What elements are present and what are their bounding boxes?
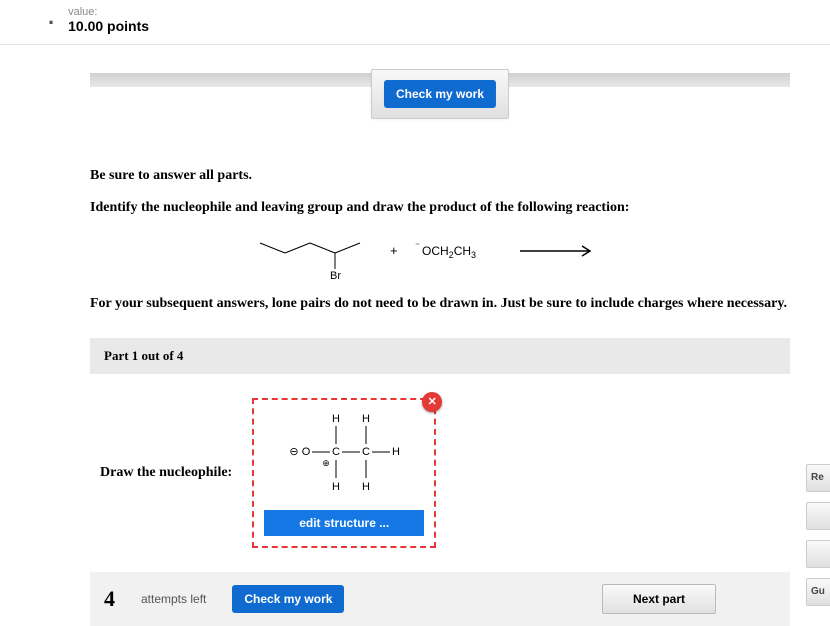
footer-row: 4 attempts left Check my work Next part bbox=[90, 572, 790, 626]
check-my-work-button-bottom[interactable]: Check my work bbox=[232, 585, 344, 613]
check-my-work-button-top[interactable]: Check my work bbox=[384, 80, 496, 108]
value-label: value: bbox=[68, 6, 149, 18]
attempts-count: 4 bbox=[104, 586, 115, 612]
svg-text:H: H bbox=[362, 413, 370, 425]
svg-text:⁻: ⁻ bbox=[415, 241, 420, 252]
svg-text:+: + bbox=[390, 243, 398, 258]
attempts-text: attempts left bbox=[141, 592, 206, 606]
structure-editor-box[interactable]: ✕ H H ⊖ O C C H ⊕ bbox=[252, 398, 436, 548]
drawn-structure: H H ⊖ O C C H ⊕ H H bbox=[274, 410, 414, 500]
top-strip: . value: 10.00 points bbox=[0, 0, 830, 45]
edit-structure-button[interactable]: edit structure ... bbox=[264, 510, 424, 536]
drawing-row: Draw the nucleophile: ✕ H H ⊖ O C C H bbox=[100, 398, 790, 548]
reaction-scheme: Br + ⁻ OCH2CH3 bbox=[90, 231, 790, 281]
content: Check my work Be sure to answer all part… bbox=[90, 73, 790, 626]
svg-text:O: O bbox=[302, 446, 311, 458]
svg-text:C: C bbox=[362, 446, 370, 458]
question-marker: . bbox=[48, 6, 54, 28]
svg-text:H: H bbox=[332, 481, 340, 493]
instructions: Be sure to answer all parts. Identify th… bbox=[90, 167, 790, 314]
svg-text:OCH2CH3: OCH2CH3 bbox=[422, 244, 476, 260]
check-my-work-wrap: Check my work bbox=[371, 69, 509, 119]
svg-text:H: H bbox=[392, 446, 400, 458]
svg-text:⊖: ⊖ bbox=[290, 446, 299, 458]
svg-text:C: C bbox=[332, 446, 340, 458]
instruction-line-1: Be sure to answer all parts. bbox=[90, 167, 790, 185]
side-tab-blank2[interactable] bbox=[806, 540, 830, 568]
close-icon[interactable]: ✕ bbox=[422, 392, 442, 412]
reaction-svg: Br + ⁻ OCH2CH3 bbox=[230, 231, 650, 281]
svg-text:⊕: ⊕ bbox=[322, 458, 330, 468]
value-block: value: 10.00 points bbox=[68, 6, 149, 34]
svg-text:H: H bbox=[332, 413, 340, 425]
next-part-button[interactable]: Next part bbox=[602, 584, 716, 614]
svg-text:Br: Br bbox=[330, 270, 341, 281]
side-tab-re[interactable]: Re bbox=[806, 464, 830, 492]
svg-text:H: H bbox=[362, 481, 370, 493]
side-tabs: Re Gu bbox=[806, 464, 830, 606]
instruction-line-3: For your subsequent answers, lone pairs … bbox=[90, 295, 790, 313]
value-points: 10.00 points bbox=[68, 18, 149, 34]
side-tab-blank1[interactable] bbox=[806, 502, 830, 530]
side-tab-gu[interactable]: Gu bbox=[806, 578, 830, 606]
part-header: Part 1 out of 4 bbox=[90, 338, 790, 374]
instruction-line-2: Identify the nucleophile and leaving gro… bbox=[90, 199, 790, 217]
draw-prompt: Draw the nucleophile: bbox=[100, 465, 232, 481]
